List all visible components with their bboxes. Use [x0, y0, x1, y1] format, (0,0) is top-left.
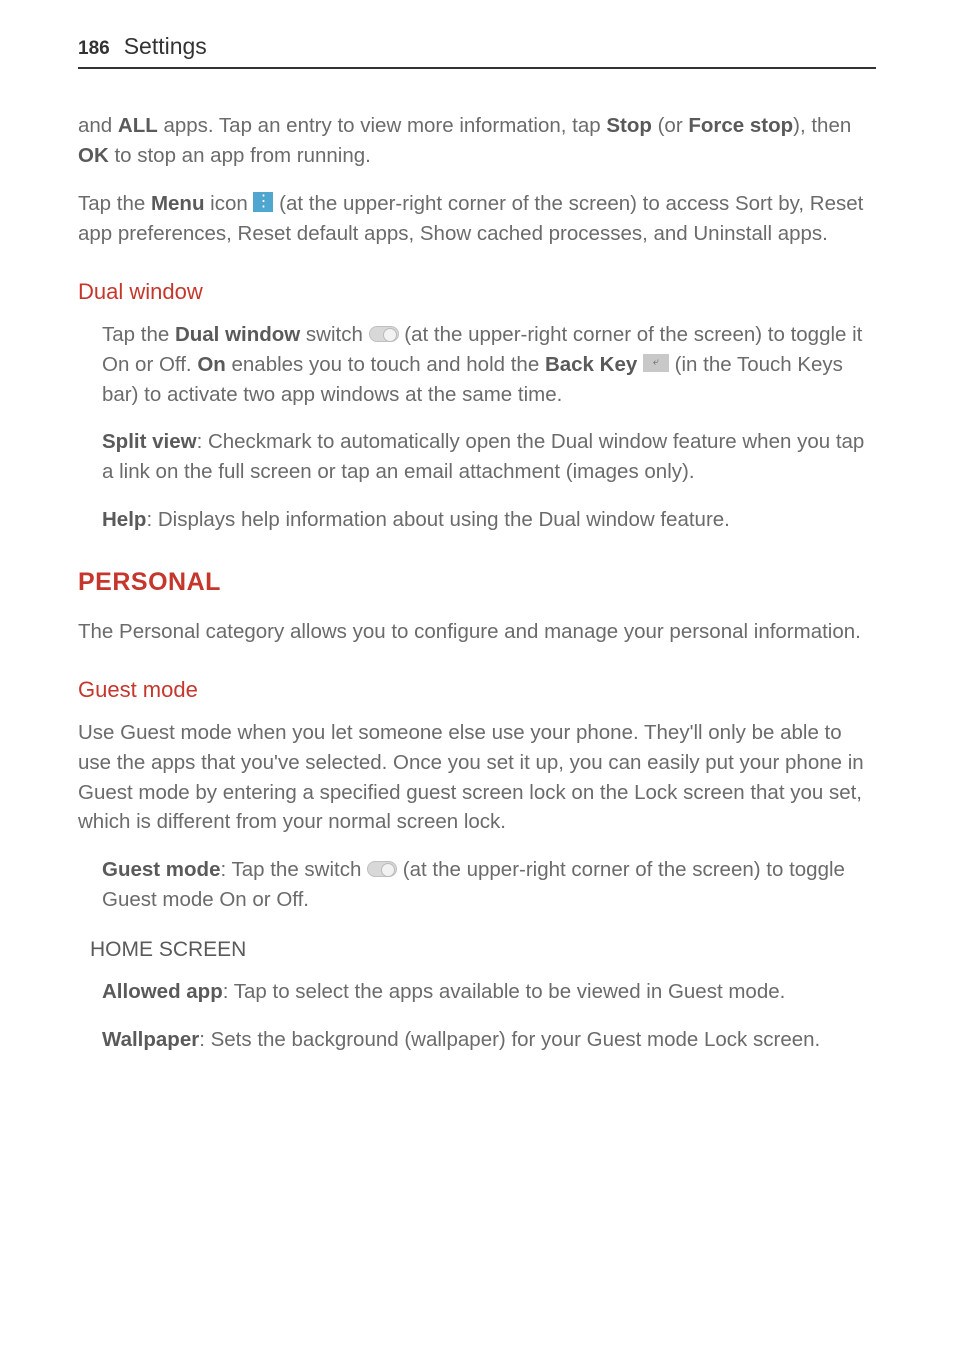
on-label: On — [197, 353, 225, 376]
wallpaper-label: Wallpaper — [102, 1028, 199, 1051]
all-label: ALL — [118, 114, 158, 137]
split-view-label: Split view — [102, 430, 197, 453]
dual-window-block: Tap the Dual window switch (at the upper… — [78, 320, 876, 534]
text: enables you to touch and hold the — [226, 353, 545, 376]
text: apps. Tap an entry to view more informat… — [158, 114, 607, 137]
dual-window-heading: Dual window — [78, 276, 876, 308]
text: : Displays help information about using … — [146, 508, 729, 531]
page-number: 186 — [78, 35, 110, 63]
text: ), then — [793, 114, 851, 137]
text: and — [78, 114, 118, 137]
dual-window-label: Dual window — [175, 323, 300, 346]
text: (or — [652, 114, 688, 137]
force-stop-label: Force stop — [688, 114, 793, 137]
help-para: Help: Displays help information about us… — [102, 505, 876, 535]
page-header: 186 Settings — [78, 30, 876, 69]
intro-para-2: Tap the Menu icon (at the upper-right co… — [78, 189, 876, 248]
allowed-app-label: Allowed app — [102, 980, 223, 1003]
guest-mode-heading: Guest mode — [78, 674, 876, 706]
text: switch — [300, 323, 368, 346]
wallpaper-para: Wallpaper: Sets the background (wallpape… — [102, 1025, 876, 1055]
stop-label: Stop — [606, 114, 652, 137]
text: : Checkmark to automatically open the Du… — [102, 430, 864, 483]
split-view-para: Split view: Checkmark to automatically o… — [102, 427, 876, 486]
text: : Tap to select the apps available to be… — [223, 980, 786, 1003]
text: : Sets the background (wallpaper) for yo… — [199, 1028, 820, 1051]
personal-heading: PERSONAL — [78, 564, 876, 600]
ok-label: OK — [78, 144, 109, 167]
intro-para-1: and ALL apps. Tap an entry to view more … — [78, 111, 876, 170]
switch-icon — [367, 861, 397, 877]
menu-icon — [253, 192, 273, 212]
text: Tap the — [102, 323, 175, 346]
guest-mode-label: Guest mode — [102, 858, 220, 881]
menu-label: Menu — [151, 192, 205, 215]
switch-icon — [369, 326, 399, 342]
home-screen-heading: HOME SCREEN — [78, 935, 876, 965]
back-key-icon: ⤶ — [643, 354, 669, 372]
text: : Tap the switch — [220, 858, 367, 881]
allowed-app-para: Allowed app: Tap to select the apps avai… — [102, 977, 876, 1007]
guest-mode-intro: Use Guest mode when you let someone else… — [78, 718, 876, 837]
guest-mode-block: Guest mode: Tap the switch (at the upper… — [78, 855, 876, 914]
personal-intro: The Personal category allows you to conf… — [78, 617, 876, 647]
text: to stop an app from running. — [109, 144, 371, 167]
guest-mode-para-1: Guest mode: Tap the switch (at the upper… — [102, 855, 876, 914]
help-label: Help — [102, 508, 146, 531]
back-key-label: Back Key — [545, 353, 637, 376]
dual-window-para-1: Tap the Dual window switch (at the upper… — [102, 320, 876, 409]
text: Tap the — [78, 192, 151, 215]
text: icon — [204, 192, 253, 215]
home-screen-block: Allowed app: Tap to select the apps avai… — [78, 977, 876, 1054]
header-title: Settings — [124, 30, 207, 63]
